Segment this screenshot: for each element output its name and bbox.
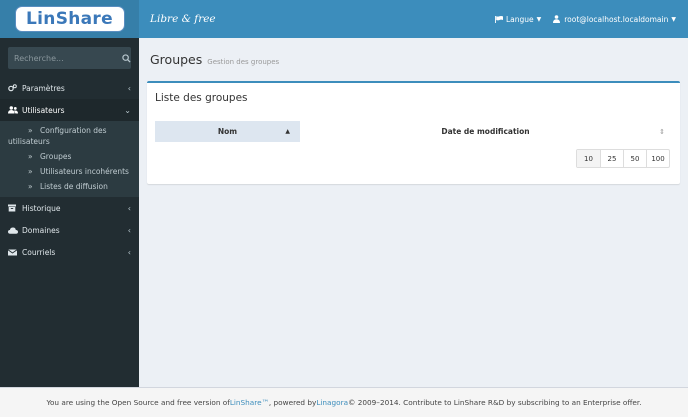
submenu-item-configuration[interactable]: » Configuration des utilisateurs: [0, 123, 139, 149]
submenu-item-label: Utilisateurs incohérents: [40, 167, 129, 176]
page-size-25[interactable]: 25: [600, 150, 623, 167]
sidebar: LinShare Paramètres ‹ Utilisateurs ⌄ » C…: [0, 0, 139, 387]
sidebar-item-label: Domaines: [22, 225, 60, 235]
search-button[interactable]: [121, 47, 131, 69]
user-icon: [553, 15, 561, 23]
logo[interactable]: LinShare: [14, 6, 125, 32]
table-header: Nom ▲ Date de modification ⇕: [155, 121, 671, 142]
footer: You are using the Open Source and free v…: [0, 387, 688, 417]
chevron-left-icon: ‹: [127, 203, 131, 213]
double-chevron-icon: »: [28, 182, 33, 191]
footer-middle: , powered by: [268, 398, 317, 407]
sort-asc-icon: ▲: [285, 128, 290, 135]
users-icon: [8, 106, 18, 114]
double-chevron-icon: »: [28, 167, 33, 176]
sidebar-menu: Paramètres ‹ Utilisateurs ⌄ » Configurat…: [0, 77, 139, 263]
box-title: Liste des groupes: [155, 92, 248, 104]
page-size-50[interactable]: 50: [623, 150, 646, 167]
sidebar-item-label: Historique: [22, 203, 61, 213]
sidebar-search: [8, 47, 131, 69]
submenu-item-groupes[interactable]: » Groupes: [0, 149, 139, 164]
envelope-icon: [8, 248, 18, 256]
logo-text: LinShare: [26, 9, 113, 29]
groups-box: Liste des groupes Nom ▲ Date de modifica…: [147, 81, 680, 184]
search-icon: [121, 53, 131, 63]
sidebar-item-courriels[interactable]: Courriels ‹: [0, 241, 139, 263]
language-menu[interactable]: Langue ▼: [494, 14, 542, 24]
page-size-10[interactable]: 10: [577, 150, 600, 167]
users-submenu: » Configuration des utilisateurs » Group…: [0, 121, 139, 197]
language-label: Langue: [505, 14, 534, 24]
sidebar-item-parametres[interactable]: Paramètres ‹: [0, 77, 139, 99]
sort-icon: ⇕: [659, 127, 665, 136]
footer-suffix: © 2009–2014. Contribute to LinShare R&D …: [348, 398, 642, 407]
double-chevron-icon: »: [28, 152, 33, 161]
top-navbar: Libre & free Langue ▼ root@localhost.loc…: [139, 0, 688, 38]
column-header-nom[interactable]: Nom ▲: [155, 121, 300, 142]
submenu-item-label: Groupes: [40, 152, 72, 161]
submenu-item-label: Listes de diffusion: [40, 182, 108, 191]
page-header: Groupes Gestion des groupes: [139, 38, 688, 67]
chevron-left-icon: ‹: [127, 225, 131, 235]
caret-down-icon: ▼: [536, 15, 542, 23]
page-size-100[interactable]: 100: [646, 150, 669, 167]
sidebar-item-label: Utilisateurs: [22, 105, 65, 115]
cogs-icon: [8, 84, 18, 92]
tagline: Libre & free: [150, 13, 216, 25]
sidebar-item-label: Paramètres: [22, 83, 65, 93]
column-header-date[interactable]: Date de modification ⇕: [300, 121, 671, 142]
sidebar-item-utilisateurs[interactable]: Utilisateurs ⌄: [0, 99, 139, 121]
footer-prefix: You are using the Open Source and free v…: [46, 398, 230, 407]
user-menu[interactable]: root@localhost.localdomain ▼: [553, 15, 676, 24]
sidebar-item-label: Courriels: [22, 247, 56, 257]
double-chevron-icon: »: [28, 126, 33, 135]
archive-icon: [8, 204, 18, 212]
search-input[interactable]: [8, 47, 121, 69]
linagora-link[interactable]: Linagora: [316, 398, 348, 407]
column-label: Date de modification: [441, 127, 530, 136]
cloud-icon: [8, 227, 18, 234]
sidebar-item-historique[interactable]: Historique ‹: [0, 197, 139, 219]
column-label: Nom: [217, 127, 238, 136]
linshare-link[interactable]: LinShare™: [230, 398, 269, 407]
page-subtitle: Gestion des groupes: [207, 58, 280, 66]
page-size-selector: 10 25 50 100: [576, 149, 670, 168]
submenu-item-label: Configuration des utilisateurs: [8, 126, 107, 146]
sidebar-item-domaines[interactable]: Domaines ‹: [0, 219, 139, 241]
chevron-down-icon: ⌄: [124, 105, 131, 115]
submenu-item-listes-diffusion[interactable]: » Listes de diffusion: [0, 179, 139, 194]
chevron-left-icon: ‹: [127, 247, 131, 257]
logo-area: LinShare: [0, 0, 139, 38]
user-label: root@localhost.localdomain: [564, 14, 669, 24]
page-title: Groupes: [150, 52, 203, 67]
flag-icon: [494, 15, 503, 23]
submenu-item-utilisateurs-incoherents[interactable]: » Utilisateurs incohérents: [0, 164, 139, 179]
caret-down-icon: ▼: [671, 15, 676, 23]
chevron-left-icon: ‹: [127, 83, 131, 93]
main-content: Groupes Gestion des groupes Liste des gr…: [139, 38, 688, 387]
